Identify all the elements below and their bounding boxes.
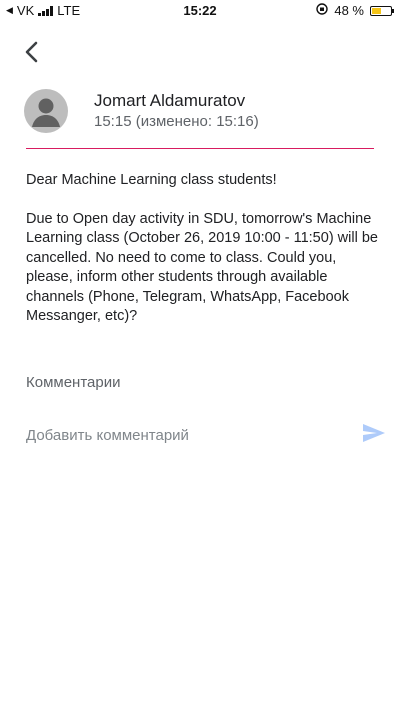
send-icon [363,424,385,442]
status-bar-right: 48 % [316,3,394,18]
orientation-lock-icon [316,3,329,18]
comments-heading: Комментарии [26,374,121,391]
back-button[interactable] [18,36,46,68]
battery-level [372,7,381,14]
status-bar: ◀ VK LTE 15:22 48 % [0,0,400,22]
person-icon [32,98,60,127]
post-message: Dear Machine Learning class students! Du… [26,171,384,346]
comment-input[interactable] [26,423,346,447]
battery-icon [370,5,394,16]
avatar[interactable] [24,89,68,133]
message-greeting: Dear Machine Learning class students! [26,172,277,188]
author-name: Jomart Aldamuratov [94,91,246,110]
post-time: 15:15 (изменено: 15:16) [94,113,259,130]
header-divider [26,148,374,149]
send-button[interactable] [360,421,388,445]
chevron-left-icon [25,41,38,63]
battery-percent: 48 % [334,3,364,18]
message-body: Due to Open day activity in SDU, tomorro… [26,210,378,325]
